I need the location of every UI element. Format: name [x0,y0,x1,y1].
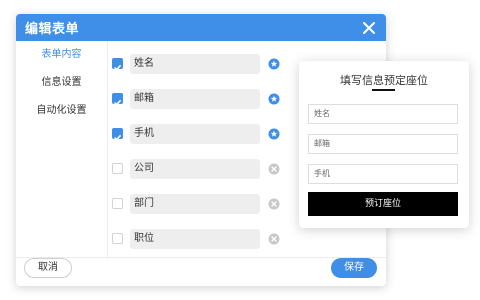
field-checkbox[interactable] [112,58,123,71]
star-badge-icon[interactable] [268,93,280,105]
sidebar-item-info-settings[interactable]: 信息设置 [16,69,107,97]
reserve-seat-button[interactable]: 预订座位 [308,192,458,216]
check-icon [113,64,122,71]
field-row: 部门 [112,194,292,214]
sidebar-item-label: 自动化设置 [36,105,87,116]
preview-title: 填写信息预定座位 [340,74,428,87]
check-icon [113,134,122,141]
field-row: 手机 [112,124,292,144]
close-circle-icon[interactable] [268,163,280,175]
form-preview-card: 填写信息预定座位 姓名 邮箱 手机 预订座位 [299,61,469,228]
field-checkbox[interactable] [112,198,123,209]
field-row: 姓名 [112,54,292,74]
modal-header: 编辑表单 [16,14,386,41]
field-label: 部门 [130,194,260,214]
close-circle-icon[interactable] [268,233,280,245]
preview-name-input[interactable]: 姓名 [308,104,458,124]
title-underline [372,89,395,91]
preview-phone-input[interactable]: 手机 [308,164,458,184]
close-button[interactable] [360,19,378,37]
field-row: 公司 [112,159,292,179]
sidebar-item-form-content[interactable]: 表单内容 [16,41,107,69]
field-checkbox[interactable] [112,233,123,244]
sidebar-item-label: 信息设置 [41,77,82,88]
close-circle-icon[interactable] [268,198,280,210]
star-badge-icon[interactable] [268,128,280,140]
modal-footer [16,257,386,286]
sidebar-item-automation-settings[interactable]: 自动化设置 [16,97,107,125]
check-icon [113,99,122,106]
sidebar: 表单内容 信息设置 自动化设置 [16,41,108,259]
field-label: 公司 [130,159,260,179]
cancel-button[interactable]: 取消 [24,258,72,278]
field-row: 职位 [112,229,292,249]
field-checkbox[interactable] [112,128,123,141]
field-checkbox[interactable] [112,163,123,174]
close-icon [363,21,375,34]
sidebar-item-label: 表单内容 [41,49,82,60]
field-checkbox[interactable] [112,93,123,106]
preview-email-input[interactable]: 邮箱 [308,134,458,154]
field-label: 职位 [130,229,260,249]
field-label: 姓名 [130,54,260,74]
modal-title: 编辑表单 [25,22,80,37]
field-row: 邮箱 [112,89,292,109]
star-badge-icon[interactable] [268,58,280,70]
stage: 编辑表单 表单内容 信息设置 自动化设置 取消 保存 姓名 邮箱 手机 公司 部… [0,0,480,300]
field-label: 手机 [130,124,260,144]
save-button[interactable]: 保存 [331,258,377,278]
field-label: 邮箱 [130,89,260,109]
